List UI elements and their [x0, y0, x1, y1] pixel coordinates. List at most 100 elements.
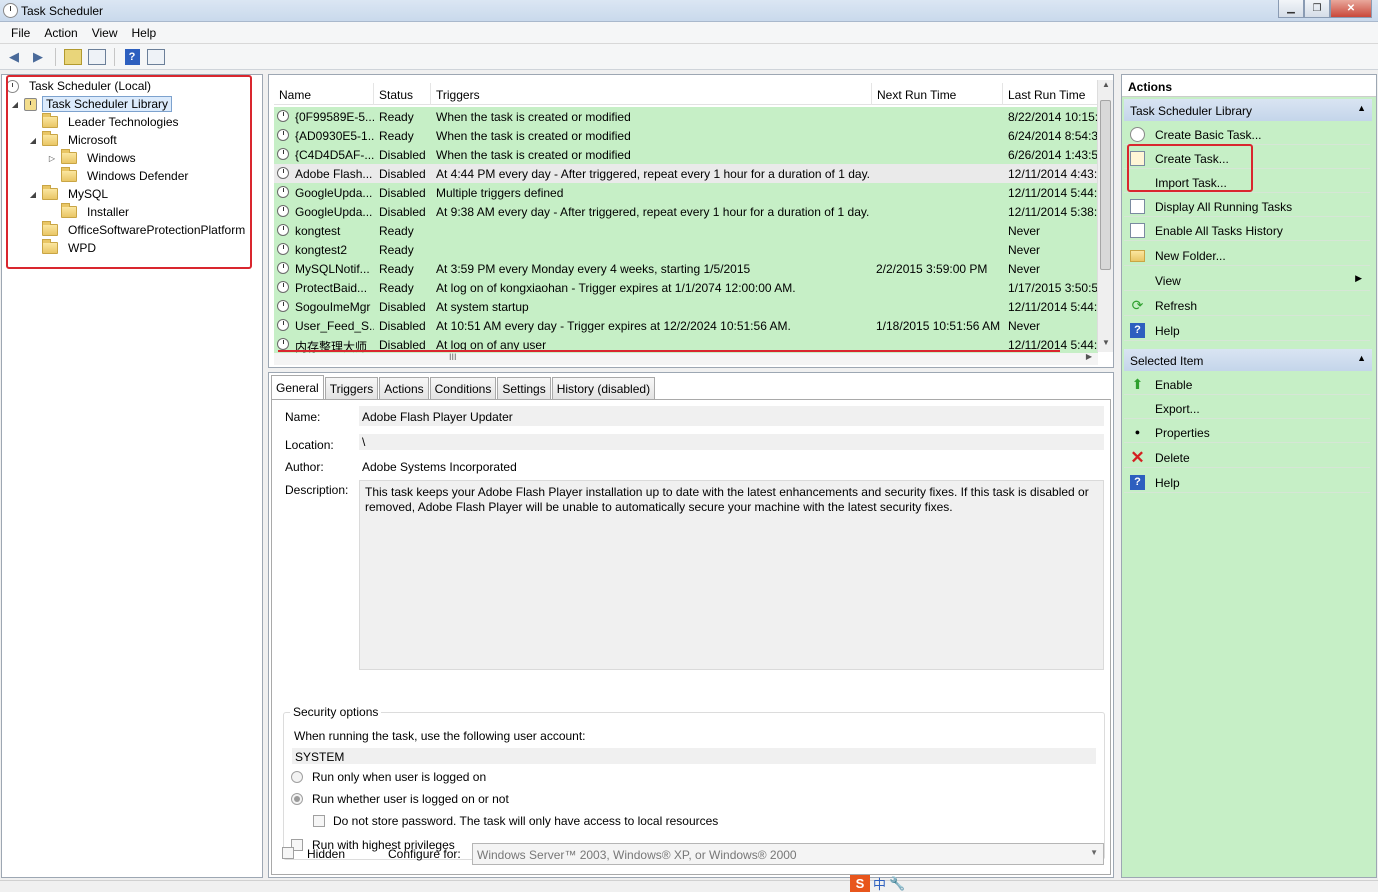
tab-settings[interactable]: Settings [497, 377, 551, 399]
action-enable[interactable]: ⬆ Enable [1124, 373, 1370, 395]
checkbox-hidden[interactable] [282, 847, 294, 859]
action-display-running-tasks[interactable]: Display All Running Tasks [1124, 195, 1370, 217]
show-hide-console-tree-icon[interactable] [87, 47, 107, 67]
action-export[interactable]: Export... [1124, 397, 1370, 419]
table-row[interactable]: GoogleUpda... Disabled At 9:38 AM every da… [274, 202, 1098, 221]
collapse-caret-icon[interactable]: ▲ [1357, 103, 1366, 113]
maximize-button[interactable]: ❐ [1304, 0, 1330, 18]
location-field: \ [359, 434, 1104, 450]
sogou-ime-icon[interactable]: S [850, 874, 870, 892]
cell-name: SogouImeMgr [295, 300, 371, 314]
checkbox-no-store-password[interactable] [313, 815, 325, 827]
column-status[interactable]: Status [374, 83, 431, 105]
table-row[interactable]: Adobe Flash... Disabled At 4:44 PM every d… [274, 164, 1098, 183]
column-name[interactable]: Name [274, 83, 374, 105]
column-triggers[interactable]: Triggers [431, 83, 872, 105]
action-new-folder[interactable]: New Folder... [1124, 244, 1370, 266]
table-row[interactable]: {AD0930E5-1... Ready When the task is crea… [274, 126, 1098, 145]
up-folder-icon[interactable] [63, 47, 83, 67]
collapse-caret-icon[interactable]: ▲ [1357, 353, 1366, 363]
task-clock-icon [277, 319, 289, 331]
task-list: Name Status Triggers Next Run Time Last … [274, 80, 1098, 356]
table-row[interactable]: kongtest Ready Never [274, 221, 1098, 240]
cell-name: User_Feed_S... [295, 319, 374, 333]
radio-run-logged-on[interactable] [291, 771, 303, 783]
cell-status: Disabled [379, 205, 426, 219]
cell-last: 1/17/2015 3:50:54 [1008, 281, 1098, 295]
task-clock-icon [277, 129, 289, 141]
close-button[interactable]: ✕ [1330, 0, 1372, 18]
table-row[interactable]: ProtectBaid... Ready At log on of kongxiao… [274, 278, 1098, 297]
column-last-run-time[interactable]: Last Run Time [1003, 83, 1098, 105]
section-title: Task Scheduler Library [1130, 104, 1253, 118]
horizontal-scrollbar[interactable]: III ▶ [274, 352, 1098, 365]
submenu-arrow-icon: ▶ [1355, 273, 1362, 283]
configure-for-select[interactable]: Windows Server™ 2003, Windows® XP, or Wi… [472, 843, 1104, 865]
action-help-selected[interactable]: ? Help [1124, 471, 1370, 493]
title-bar: Task Scheduler ▁ ❐ ✕ [0, 0, 1378, 22]
cell-status: Disabled [379, 148, 426, 162]
vertical-scrollbar[interactable]: ▲ ▼ [1097, 80, 1113, 352]
tab-history[interactable]: History (disabled) [551, 377, 656, 399]
help-icon: ? [1130, 475, 1145, 490]
action-refresh[interactable]: ⟳ Refresh [1124, 294, 1370, 316]
tab-conditions[interactable]: Conditions [429, 377, 497, 399]
show-hide-action-pane-icon[interactable] [146, 47, 166, 67]
table-row[interactable]: SogouImeMgr Disabled At system startup 12/1… [274, 297, 1098, 316]
scroll-right-icon[interactable]: ▶ [1086, 352, 1092, 361]
menu-action[interactable]: Action [37, 22, 84, 43]
back-arrow-icon[interactable]: ◀ [4, 47, 24, 67]
scroll-grip[interactable]: III [449, 352, 457, 362]
forward-arrow-icon[interactable]: ▶ [28, 47, 48, 67]
action-enable-tasks-history[interactable]: Enable All Tasks History [1124, 219, 1370, 241]
radio-run-whether[interactable] [291, 793, 303, 805]
cell-triggers: At 4:44 PM every day - After triggered, … [436, 167, 871, 181]
cell-name: MySQLNotif... [295, 262, 370, 276]
table-row[interactable]: MySQLNotif... Ready At 3:59 PM every Monda… [274, 259, 1098, 278]
cell-last: Never [1008, 262, 1041, 276]
name-field[interactable]: Adobe Flash Player Updater [359, 406, 1104, 426]
status-bar [0, 880, 1378, 892]
tab-triggers[interactable]: Triggers [324, 377, 379, 399]
section-task-scheduler-library[interactable]: Task Scheduler Library ▲ [1124, 99, 1372, 121]
scroll-thumb[interactable] [1100, 100, 1111, 270]
configure-for-label: Configure for: [388, 847, 461, 861]
task-scheduler-icon [3, 3, 18, 18]
tab-general[interactable]: General [271, 375, 324, 399]
scroll-down-icon[interactable]: ▼ [1098, 338, 1114, 352]
minimize-button[interactable]: ▁ [1278, 0, 1304, 18]
cell-status: Ready [379, 129, 414, 143]
section-selected-item[interactable]: Selected Item ▲ [1124, 349, 1372, 371]
cell-name: kongtest [295, 224, 341, 238]
table-row[interactable]: {C4D4D5AF-... Disabled When the task is cr… [274, 145, 1098, 164]
enable-arrow-icon: ⬆ [1131, 376, 1144, 392]
task-clock-icon [277, 338, 289, 350]
security-options-group: Security options When running the task, … [283, 705, 1105, 860]
ime-language-indicator[interactable]: 中 [873, 874, 886, 892]
window-title: Task Scheduler [21, 4, 104, 18]
ime-settings-icon[interactable]: 🔧 [889, 876, 905, 892]
scroll-up-icon[interactable]: ▲ [1098, 80, 1114, 94]
cell-last: 6/24/2014 8:54:36 [1008, 129, 1098, 143]
table-row[interactable]: kongtest2 Ready Never [274, 240, 1098, 259]
description-field[interactable]: This task keeps your Adobe Flash Player … [359, 480, 1104, 670]
list-icon [1130, 199, 1145, 214]
table-row[interactable]: GoogleUpda... Disabled Multiple triggers d… [274, 183, 1098, 202]
cell-name: kongtest2 [295, 243, 348, 257]
action-view[interactable]: View ▶ [1124, 269, 1370, 291]
action-delete[interactable]: ✕ Delete [1124, 446, 1370, 468]
action-help[interactable]: ? Help [1124, 319, 1370, 341]
column-next-run-time[interactable]: Next Run Time [872, 83, 1003, 105]
cell-name: {0F99589E-5... [295, 110, 374, 124]
help-icon[interactable]: ? [122, 47, 142, 67]
menu-file[interactable]: File [4, 22, 37, 43]
menu-help[interactable]: Help [125, 22, 164, 43]
action-properties[interactable]: ● Properties [1124, 421, 1370, 443]
table-row[interactable]: {0F99589E-5... Ready When the task is crea… [274, 107, 1098, 126]
table-row[interactable]: User_Feed_S... Disabled At 10:51 AM every … [274, 316, 1098, 335]
action-create-basic-task[interactable]: Create Basic Task... [1124, 123, 1370, 145]
menu-view[interactable]: View [85, 22, 125, 43]
cell-last: 6/26/2014 1:43:50 [1008, 148, 1098, 162]
tab-actions[interactable]: Actions [379, 377, 429, 399]
cell-last: 12/11/2014 5:38:0 [1008, 205, 1098, 219]
